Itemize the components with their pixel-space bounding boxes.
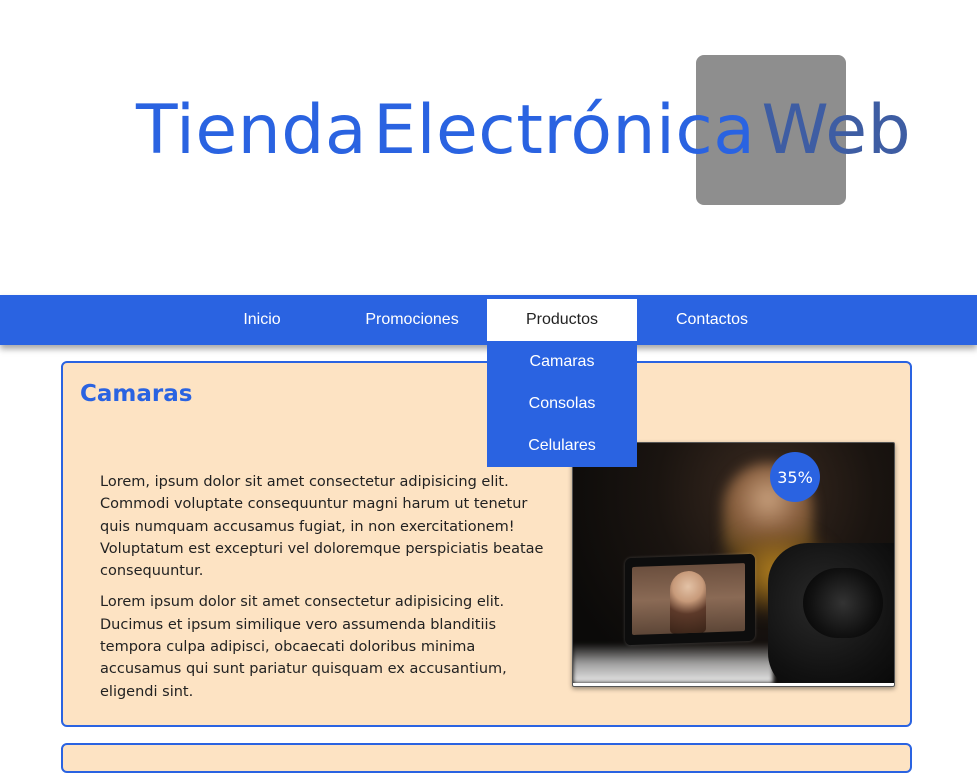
image-screen-display [632, 563, 745, 636]
nav-item-productos[interactable]: Productos [487, 299, 637, 341]
nav-item-inicio[interactable]: Inicio [187, 295, 337, 345]
product-card-next [61, 743, 912, 773]
camera-product-image [572, 442, 895, 687]
card-paragraph-2: Lorem ipsum dolor sit amet consectetur a… [100, 594, 507, 700]
image-camera-lens [803, 568, 883, 638]
card-title: Camaras [80, 381, 193, 407]
image-camera-screen [625, 553, 755, 646]
site-title: TiendaElectrónicaWeb [136, 86, 911, 176]
image-screen-person [670, 570, 706, 634]
nav-item-promociones[interactable]: Promociones [337, 295, 487, 345]
image-bottom-edge [573, 683, 894, 686]
card-description: Lorem, ipsum dolor sit amet consectetur … [100, 471, 555, 712]
dropdown-item-camaras[interactable]: Camaras [487, 341, 637, 383]
dropdown-item-celulares[interactable]: Celulares [487, 425, 637, 467]
productos-dropdown-menu: Camaras Consolas Celulares [487, 341, 637, 467]
site-title-word-highlighted: Web [761, 91, 912, 170]
card-paragraph-1: Lorem, ipsum dolor sit amet consectetur … [100, 474, 544, 580]
site-header: TiendaElectrónicaWeb [0, 0, 977, 295]
discount-badge: 35% [770, 452, 820, 502]
dropdown-item-consolas[interactable]: Consolas [487, 383, 637, 425]
image-table [573, 643, 773, 683]
nav-item-contactos[interactable]: Contactos [637, 295, 787, 345]
site-title-word-2: Electrónica [373, 91, 756, 170]
site-title-word-1: Tienda [136, 91, 368, 170]
main-navbar: Inicio Promociones Productos Contactos [0, 295, 977, 345]
